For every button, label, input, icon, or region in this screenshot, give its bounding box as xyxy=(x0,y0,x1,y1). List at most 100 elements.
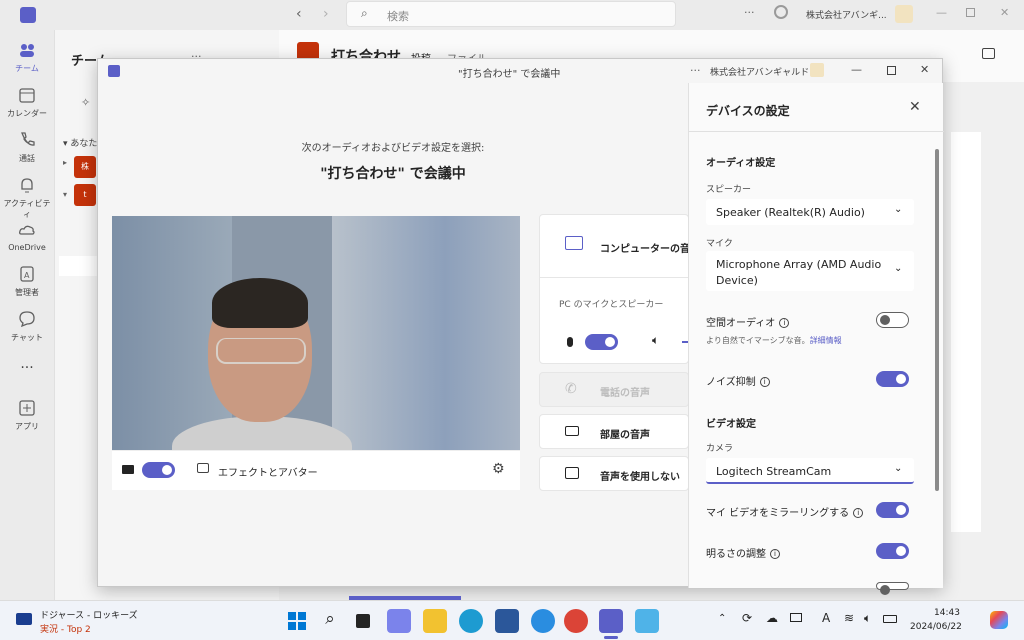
org-name[interactable]: 株式会社アバンギ... xyxy=(806,8,887,21)
noise-suppression-toggle[interactable] xyxy=(876,371,909,387)
camera-select[interactable]: Logitech StreamCam ⌄ xyxy=(706,458,914,484)
device-settings-panel: デバイスの設定 ✕ オーディオ設定 スピーカー Speaker (Realtek… xyxy=(688,83,944,595)
person-hair xyxy=(212,278,308,328)
spatial-audio-toggle[interactable] xyxy=(876,312,909,328)
maximize-icon[interactable] xyxy=(887,66,896,75)
chrome-icon[interactable] xyxy=(564,609,588,633)
close-icon[interactable]: ✕ xyxy=(1000,6,1009,19)
org-avatar[interactable] xyxy=(895,5,913,23)
volume-icon[interactable]: 🔈︎ xyxy=(864,611,871,626)
close-panel-icon[interactable]: ✕ xyxy=(909,99,921,115)
start-icon[interactable] xyxy=(285,609,309,633)
rail-label: カレンダー xyxy=(7,109,47,118)
rail-item-chat[interactable]: チャット xyxy=(0,309,54,343)
rail-item-activity[interactable]: アクティビティ xyxy=(0,175,54,220)
partial-toggle[interactable] xyxy=(876,582,909,595)
more-apps-icon[interactable]: ··· xyxy=(0,360,54,376)
clock-date[interactable]: 2024/06/22 xyxy=(910,622,962,632)
audio-section-title: オーディオ設定 xyxy=(706,158,776,169)
org-avatar[interactable] xyxy=(810,63,824,77)
show-hidden-icons[interactable]: ⌃ xyxy=(718,613,726,624)
mic-icon xyxy=(567,337,573,347)
teams-logo-icon xyxy=(108,65,120,77)
store-icon[interactable] xyxy=(495,609,519,633)
dialog-org-name[interactable]: 株式会社アバンギャルド xyxy=(710,65,809,78)
section-header[interactable]: ▾ あなた xyxy=(63,136,97,149)
brightness-toggle[interactable] xyxy=(876,543,909,559)
task-view-icon[interactable] xyxy=(351,609,375,633)
panel-scrollbar[interactable] xyxy=(935,149,939,491)
minimize-icon[interactable]: — xyxy=(851,63,862,76)
rail-item-teams[interactable]: チーム xyxy=(0,40,54,74)
mirror-video-toggle[interactable] xyxy=(876,502,909,518)
info-icon[interactable]: i xyxy=(770,549,780,559)
teams-chat-icon[interactable] xyxy=(387,609,411,633)
back-arrow-icon[interactable]: ‹ xyxy=(296,6,302,22)
speaker-select[interactable]: Speaker (Realtek(R) Audio) ⌄ xyxy=(706,199,914,225)
search-icon[interactable]: ⌕ xyxy=(318,609,342,633)
info-icon[interactable]: i xyxy=(759,377,770,387)
post-card xyxy=(951,132,981,532)
speaker-label: スピーカー xyxy=(706,185,752,195)
phone-audio-label: 電話の音声 xyxy=(600,388,650,399)
camera-toggle[interactable] xyxy=(142,462,175,478)
minimize-icon[interactable]: — xyxy=(936,6,947,19)
close-icon[interactable]: ✕ xyxy=(920,63,929,76)
popout-icon[interactable] xyxy=(982,48,995,59)
chevron-down-icon: ⌄ xyxy=(894,204,903,215)
selected-channel-row[interactable] xyxy=(59,256,99,276)
file-explorer-icon[interactable] xyxy=(423,609,447,633)
teams-new-icon[interactable] xyxy=(599,609,623,633)
mic-select[interactable]: Microphone Array (AMD Audio Device) ⌄ xyxy=(706,251,914,291)
camera-label: カメラ xyxy=(706,444,734,454)
battery-icon[interactable] xyxy=(883,615,897,623)
rail-item-calls[interactable]: 通話 xyxy=(0,130,54,164)
more-options-icon[interactable]: ··· xyxy=(744,6,755,19)
device-settings-title: デバイスの設定 xyxy=(706,104,790,118)
clock-time[interactable]: 14:43 xyxy=(934,608,960,618)
copilot-icon[interactable] xyxy=(990,611,1008,629)
news-title[interactable]: ドジャース - ロッキーズ xyxy=(40,608,138,621)
phone-audio-option[interactable]: ✆ 電話の音声 xyxy=(539,372,689,407)
effects-icon[interactable] xyxy=(197,463,209,473)
background-right xyxy=(332,216,520,450)
speaker-icon[interactable]: 🔈︎ xyxy=(652,333,659,348)
dialog-more-icon[interactable]: ··· xyxy=(690,64,701,77)
rail-item-calendar[interactable]: カレンダー xyxy=(0,85,54,119)
wifi-icon[interactable]: ≋ xyxy=(844,611,854,625)
dialog-title: "打ち合わせ" で会議中 xyxy=(458,69,561,80)
maximize-icon[interactable] xyxy=(966,8,975,17)
app-icon[interactable] xyxy=(531,609,555,633)
team-avatar-2[interactable]: t xyxy=(74,184,96,206)
ime-icon[interactable]: A xyxy=(822,611,830,625)
learn-more-link[interactable]: 詳細情報 xyxy=(810,336,842,345)
search-input[interactable]: ⌕ 検索 xyxy=(346,1,676,27)
settings-gear-icon[interactable]: ⚙ xyxy=(492,461,505,477)
onedrive-icon[interactable]: ☁ xyxy=(766,611,778,625)
computer-audio-option[interactable]: コンピューターの音声 PC のマイクとスピーカー 🔈︎ xyxy=(539,214,700,364)
forward-arrow-icon[interactable]: › xyxy=(323,6,329,22)
no-audio-option[interactable]: 音声を使用しない xyxy=(539,456,689,491)
news-subtitle[interactable]: 実況 - Top 2 xyxy=(40,622,91,635)
team-item-2[interactable]: ▾ xyxy=(63,190,67,199)
info-icon[interactable]: i xyxy=(853,508,864,518)
effects-button[interactable]: エフェクトとアバター xyxy=(218,464,318,479)
team-item-1[interactable]: ▸ xyxy=(63,158,67,167)
rail-item-apps[interactable]: アプリ xyxy=(0,398,54,432)
mic-toggle[interactable] xyxy=(585,334,618,350)
rail-item-admin[interactable]: A 管理者 xyxy=(0,264,54,298)
people-icon[interactable] xyxy=(774,5,788,19)
notepad-icon[interactable] xyxy=(635,609,659,633)
edge-icon[interactable] xyxy=(459,609,483,633)
panel-divider xyxy=(689,131,944,132)
person-glasses xyxy=(216,338,306,364)
info-icon[interactable]: i xyxy=(779,318,790,328)
display-icon[interactable] xyxy=(790,613,802,622)
team-avatar-1[interactable]: 株 xyxy=(74,156,96,178)
sync-icon[interactable]: ⟳ xyxy=(742,611,752,625)
news-widget-icon[interactable] xyxy=(16,613,32,625)
rail-label: 管理者 xyxy=(15,288,39,297)
sparkle-icon[interactable]: ✧ xyxy=(81,96,90,109)
room-audio-option[interactable]: 部屋の音声 xyxy=(539,414,689,449)
rail-item-onedrive[interactable]: OneDrive xyxy=(0,220,54,252)
